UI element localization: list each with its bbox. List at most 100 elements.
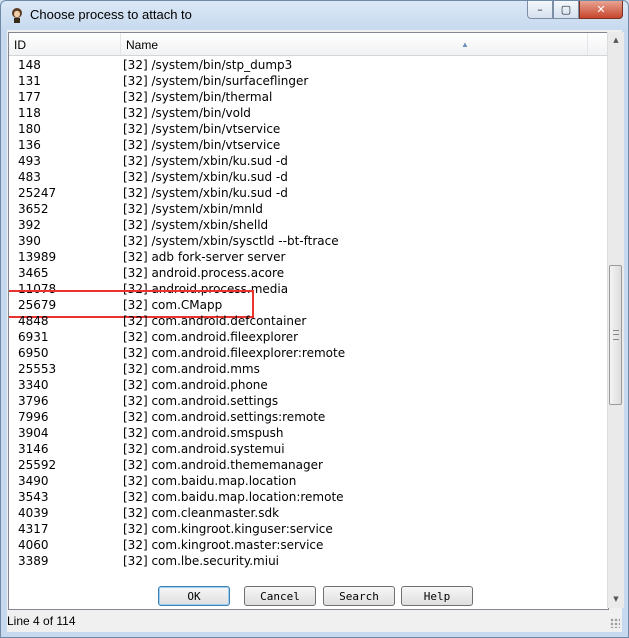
table-row[interactable]: 4039 [32] com.cleanmaster.sdk [9,505,608,521]
process-id-cell: 7996 [18,410,49,424]
table-row[interactable]: 3389 [32] com.lbe.security.miui [9,553,608,569]
process-id-cell: 3340 [18,378,49,392]
process-id-cell: 25247 [18,186,57,200]
process-id-cell: 177 [18,90,41,104]
cancel-button[interactable]: Cancel [244,586,316,606]
process-id-cell: 25592 [18,458,57,472]
process-name-cell: [32] /system/bin/stp_dump3 [123,58,293,72]
close-button[interactable]: ✕ [579,1,623,19]
process-name-cell: [32] /system/xbin/sysctld --bt-ftrace [123,234,339,248]
process-name-cell: [32] com.kingroot.master:service [123,538,324,552]
process-name-cell: [32] com.lbe.security.miui [123,554,280,568]
table-row[interactable]: 3904 [32] com.android.smspush [9,425,608,441]
title-bar[interactable]: Choose process to attach to – ▢ ✕ [1,1,628,29]
table-row[interactable]: 390 [32] /system/xbin/sysctld --bt-ftrace [9,233,608,249]
table-row[interactable]: 136 [32] /system/bin/vtservice [9,137,608,153]
scrollbar-thumb[interactable] [609,265,622,405]
process-name-cell: [32] /system/xbin/ku.sud -d [123,186,288,200]
table-row[interactable]: 25553 [32] com.android.mms [9,361,608,377]
process-id-cell: 4039 [18,506,49,520]
table-row[interactable]: 3465 [32] android.process.acore [9,265,608,281]
process-name-cell: [32] com.android.fileexplorer:remote [123,346,346,360]
resize-grip-icon[interactable] [610,618,620,628]
table-row[interactable]: 3340 [32] com.android.phone [9,377,608,393]
process-name-cell: [32] com.baidu.map.location:remote [123,490,344,504]
table-row[interactable]: 3146 [32] com.android.systemui [9,441,608,457]
process-id-cell: 6931 [18,330,49,344]
table-row[interactable]: 180 [32] /system/bin/vtservice [9,121,608,137]
process-list[interactable]: ID Name ▲ 148 [32] /system/bin/stp_dump3 1… [8,32,609,610]
process-id-cell: 3904 [18,426,49,440]
ok-button[interactable]: OK [158,586,230,606]
process-name-cell: [32] /system/xbin/ku.sud -d [123,170,288,184]
table-row[interactable]: 131 [32] /system/bin/surfaceflinger [9,73,608,89]
process-id-cell: 392 [18,218,41,232]
process-name-cell: [32] com.android.fileexplorer [123,330,299,344]
table-row[interactable]: 25679 [32] com.CMapp [9,290,608,318]
table-row[interactable]: 3543 [32] com.baidu.map.location:remote [9,489,608,505]
maximize-button[interactable]: ▢ [553,1,579,19]
process-name-cell: [32] adb fork-server server [123,250,286,264]
table-row[interactable]: 6931 [32] com.android.fileexplorer [9,329,608,345]
table-row[interactable]: 11078 [32] android.process.media [9,281,608,297]
process-id-cell: 3652 [18,202,49,216]
process-id-cell: 131 [18,74,41,88]
process-id-cell: 11078 [18,282,57,296]
process-name-cell: [32] /system/bin/vold [123,106,251,120]
scroll-up-arrow-icon[interactable]: ▲ [608,32,624,49]
column-header-name[interactable]: Name ▲ [121,33,588,55]
process-name-cell: [32] com.android.smspush [123,426,284,440]
table-row[interactable]: 3652 [32] /system/xbin/mnld [9,201,608,217]
table-row[interactable]: 3796 [32] com.android.settings [9,393,608,409]
process-name-cell: [32] /system/xbin/mnld [123,202,263,216]
process-name-cell: [32] android.process.media [123,282,289,296]
table-row[interactable]: 118 [32] /system/bin/vold [9,105,608,121]
table-row[interactable]: 7996 [32] com.android.settings:remote [9,409,608,425]
process-id-cell: 4317 [18,522,49,536]
process-name-cell: [32] com.android.systemui [123,442,285,456]
process-id-cell: 148 [18,58,41,72]
process-id-cell: 25553 [18,362,57,376]
process-name-cell: [32] /system/xbin/ku.sud -d [123,154,288,168]
vertical-scrollbar[interactable]: ▲ ▼ [607,32,624,608]
process-name-cell: [32] /system/bin/thermal [123,90,273,104]
table-row[interactable]: 4848 [32] com.android.defcontainer [9,313,608,329]
process-id-cell: 3465 [18,266,49,280]
process-id-cell: 493 [18,154,41,168]
process-id-cell: 4060 [18,538,49,552]
process-id-cell: 3796 [18,394,49,408]
process-name-cell: [32] com.android.settings:remote [123,410,326,424]
process-name-cell: [32] android.process.acore [123,266,285,280]
process-id-cell: 13989 [18,250,57,264]
thumb-grip-icon [613,330,619,340]
process-id-cell: 3389 [18,554,49,568]
table-row[interactable]: 3490 [32] com.baidu.map.location [9,473,608,489]
process-id-cell: 118 [18,106,41,120]
table-row[interactable]: 177 [32] /system/bin/thermal [9,89,608,105]
table-row[interactable]: 4317 [32] com.kingroot.kinguser:service [9,521,608,537]
table-row[interactable]: 25247 [32] /system/xbin/ku.sud -d [9,185,608,201]
table-row[interactable]: 493 [32] /system/xbin/ku.sud -d [9,153,608,169]
table-row[interactable]: 4060 [32] com.kingroot.master:service [9,537,608,553]
process-id-cell: 6950 [18,346,49,360]
table-row[interactable]: 13989 [32] adb fork-server server [9,249,608,265]
help-button[interactable]: Help [401,586,473,606]
table-row[interactable]: 392 [32] /system/xbin/shelld [9,217,608,233]
process-name-cell: [32] com.android.phone [123,378,268,392]
sort-ascending-icon: ▲ [461,40,469,49]
list-rows: 148 [32] /system/bin/stp_dump3 131 [32] /sy… [9,57,608,569]
table-row[interactable]: 6950 [32] com.android.fileexplorer:remote [9,345,608,361]
search-button[interactable]: Search [323,586,395,606]
app-icon [12,8,22,23]
table-row[interactable]: 483 [32] /system/xbin/ku.sud -d [9,169,608,185]
table-row[interactable]: 148 [32] /system/bin/stp_dump3 [9,57,608,73]
scroll-down-arrow-icon[interactable]: ▼ [608,591,624,608]
process-name-cell: [32] com.android.mms [123,362,260,376]
process-name-cell: [32] /system/bin/vtservice [123,138,281,152]
minimize-button[interactable]: – [527,1,553,19]
status-bar: Line 4 of 114 [7,610,622,632]
column-header-id[interactable]: ID [9,33,121,55]
process-name-cell: [32] com.baidu.map.location [123,474,297,488]
process-id-cell: 3543 [18,490,49,504]
table-row[interactable]: 25592 [32] com.android.thememanager [9,457,608,473]
